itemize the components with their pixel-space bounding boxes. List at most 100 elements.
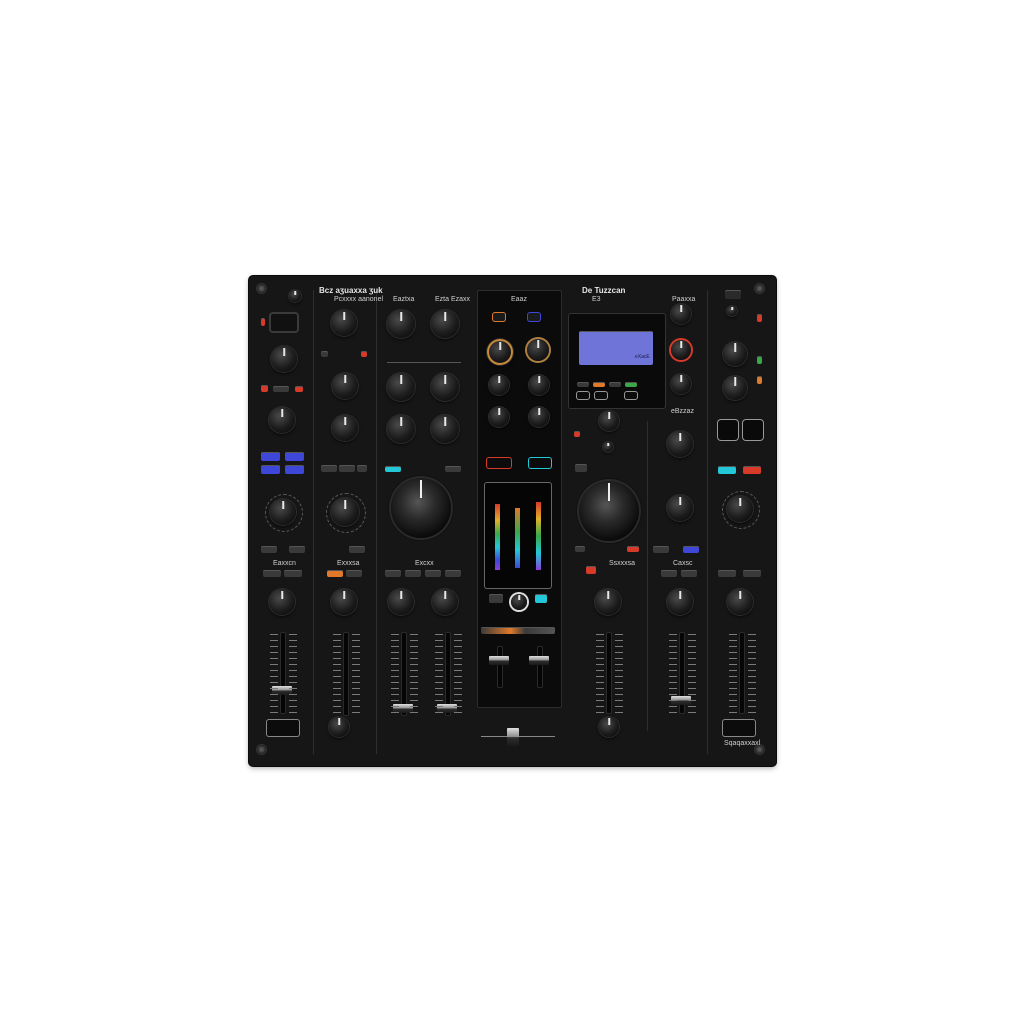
- display-btn-2[interactable]: [593, 382, 605, 387]
- cue-button-1a[interactable]: [261, 385, 268, 392]
- blue-pad-1[interactable]: [261, 452, 280, 461]
- blue-pad-3[interactable]: [261, 465, 280, 474]
- center-strip[interactable]: [481, 627, 555, 634]
- trim-knob-right[interactable]: [727, 589, 753, 615]
- display-btn-6[interactable]: [595, 392, 607, 399]
- center-cyan-btn[interactable]: [529, 458, 551, 468]
- display-btn-7[interactable]: [625, 392, 637, 399]
- btn-1c[interactable]: [263, 570, 281, 577]
- knob-3c[interactable]: [387, 415, 415, 443]
- btn-3a[interactable]: [385, 570, 401, 577]
- crossfader[interactable]: [507, 728, 519, 746]
- btn-2e[interactable]: [327, 570, 343, 577]
- btn-2b[interactable]: [339, 465, 355, 472]
- btn-c5d[interactable]: [586, 566, 596, 574]
- bottom-knob-5[interactable]: [599, 717, 619, 737]
- knob-4a[interactable]: [431, 310, 459, 338]
- knob-4c[interactable]: [431, 415, 459, 443]
- btn-4b[interactable]: [425, 570, 441, 577]
- btn-1b[interactable]: [289, 546, 305, 553]
- filter-knob-1[interactable]: [270, 499, 296, 525]
- cue-button-1c[interactable]: [295, 386, 303, 392]
- btn-c6c[interactable]: [661, 570, 677, 577]
- knob-c5b[interactable]: [603, 442, 613, 452]
- knob-3a[interactable]: [387, 310, 415, 338]
- btn-r-b[interactable]: [743, 570, 761, 577]
- power-switch-button[interactable]: [271, 314, 297, 331]
- red-btn-right[interactable]: [743, 466, 761, 474]
- record-knob[interactable]: [671, 340, 691, 360]
- knob-right-1[interactable]: [723, 342, 747, 366]
- center-knob-6[interactable]: [529, 407, 549, 427]
- btn-2a[interactable]: [321, 465, 337, 472]
- btn-c6b[interactable]: [683, 546, 699, 553]
- center-btn-a[interactable]: [493, 313, 505, 321]
- center-fader-a[interactable]: [489, 656, 509, 665]
- center-knob-3[interactable]: [489, 375, 509, 395]
- knob-c6a[interactable]: [667, 431, 693, 457]
- knob-c6b[interactable]: [667, 495, 693, 521]
- switch-right-top[interactable]: [725, 290, 741, 299]
- center-select-knob[interactable]: [511, 594, 527, 610]
- btn-3b[interactable]: [405, 570, 421, 577]
- blue-pad-4[interactable]: [285, 465, 304, 474]
- center-knob-1[interactable]: [487, 339, 513, 365]
- center-knob-5[interactable]: [489, 407, 509, 427]
- knob-r0[interactable]: [671, 304, 691, 324]
- btn-2f[interactable]: [346, 570, 362, 577]
- blue-pad-2[interactable]: [285, 452, 304, 461]
- center-btn-row-1[interactable]: [489, 594, 503, 603]
- filter-knob-right[interactable]: [727, 496, 753, 522]
- center-knob-2[interactable]: [527, 339, 549, 361]
- filter-knob-2[interactable]: [331, 498, 359, 526]
- jog-wheel-right[interactable]: [579, 481, 639, 541]
- btn-4a[interactable]: [445, 466, 461, 472]
- input-jack-1[interactable]: [718, 420, 738, 440]
- hi-eq-knob-2[interactable]: [332, 373, 358, 399]
- knob-c5a[interactable]: [599, 411, 619, 431]
- btn-c5b[interactable]: [575, 546, 585, 552]
- cyan-btn-3[interactable]: [385, 466, 401, 472]
- btn-2d[interactable]: [349, 546, 365, 553]
- knob-3b[interactable]: [387, 373, 415, 401]
- center-fader-b[interactable]: [529, 656, 549, 665]
- knob-r1[interactable]: [671, 374, 691, 394]
- bottom-knob-2[interactable]: [329, 717, 349, 737]
- eq-knob-1[interactable]: [269, 407, 295, 433]
- btn-2c[interactable]: [357, 465, 367, 472]
- display-btn-4[interactable]: [625, 382, 637, 387]
- cue-button-1b[interactable]: [273, 386, 289, 392]
- btn-r-a[interactable]: [718, 570, 736, 577]
- knob-right-small[interactable]: [727, 306, 737, 316]
- trim-knob-5[interactable]: [595, 589, 621, 615]
- btn-1a[interactable]: [261, 546, 277, 553]
- bottom-switch-1[interactable]: [267, 720, 299, 736]
- display-btn-1[interactable]: [577, 382, 589, 387]
- trim-knob-3[interactable]: [388, 589, 414, 615]
- jog-wheel-left[interactable]: [391, 478, 451, 538]
- display-btn-5[interactable]: [577, 392, 589, 399]
- bottom-switch-right[interactable]: [723, 720, 755, 736]
- trim-knob-1[interactable]: [269, 589, 295, 615]
- center-cyan-small[interactable]: [535, 594, 547, 603]
- knob-right-2[interactable]: [723, 376, 747, 400]
- trim-knob-6[interactable]: [667, 589, 693, 615]
- trim-knob-4[interactable]: [432, 589, 458, 615]
- center-btn-b[interactable]: [528, 313, 540, 321]
- gain-knob-2[interactable]: [331, 310, 357, 336]
- center-knob-4[interactable]: [529, 375, 549, 395]
- btn-c6d[interactable]: [681, 570, 697, 577]
- cyan-btn-right[interactable]: [718, 466, 736, 474]
- headphone-jack-icon[interactable]: [289, 290, 301, 302]
- display-btn-3[interactable]: [609, 382, 621, 387]
- mid-eq-knob-2[interactable]: [332, 415, 358, 441]
- gain-knob-1[interactable]: [271, 346, 297, 372]
- input-jack-2[interactable]: [743, 420, 763, 440]
- center-red-btn[interactable]: [487, 458, 511, 468]
- trim-knob-2[interactable]: [331, 589, 357, 615]
- btn-c5c[interactable]: [627, 546, 639, 552]
- knob-4b[interactable]: [431, 373, 459, 401]
- btn-c6a[interactable]: [653, 546, 669, 553]
- btn-4c[interactable]: [445, 570, 461, 577]
- btn-c5a[interactable]: [575, 464, 587, 472]
